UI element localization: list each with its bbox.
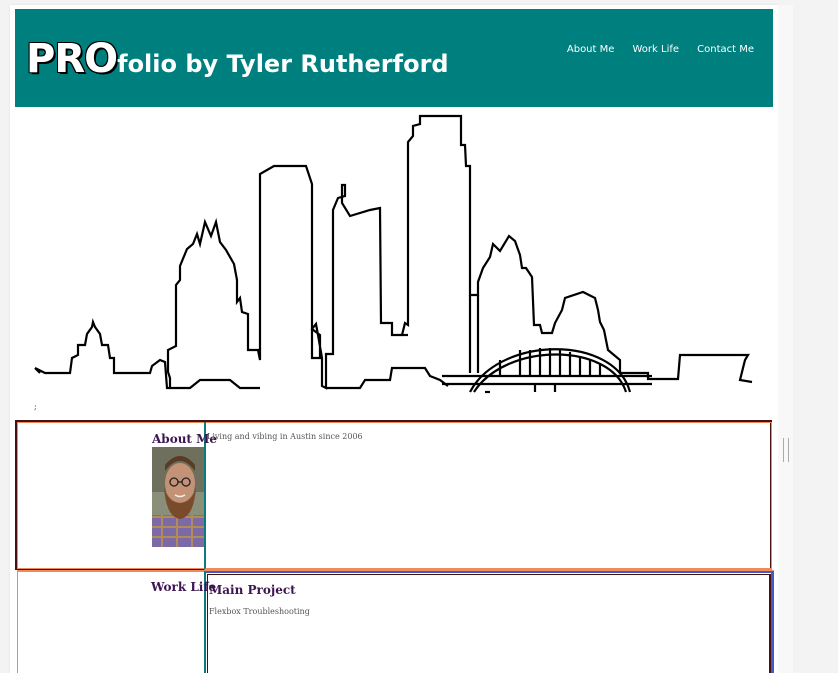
main-nav: About Me Work Life Contact Me [554, 37, 754, 56]
skyline-image [34, 114, 753, 394]
nav-contact-me[interactable]: Contact Me [697, 44, 754, 55]
about-content-box [204, 422, 772, 570]
project-text: Flexbox Troubleshooting [209, 607, 310, 616]
stray-character: ; [34, 402, 37, 411]
resize-grip[interactable] [783, 438, 789, 462]
work-heading: Work Life [151, 580, 217, 594]
site-title[interactable]: PROfolio by Tyler Rutherford [26, 36, 449, 82]
scrollbar[interactable] [778, 5, 793, 673]
project-title: Main Project [209, 583, 296, 597]
brand-bold: PRO [26, 36, 118, 82]
profile-photo [152, 447, 204, 547]
about-text: Living and vibing in Austin since 2006 [207, 432, 363, 441]
site-header: PROfolio by Tyler Rutherford About Me Wo… [15, 9, 773, 107]
nav-about-me[interactable]: About Me [567, 44, 615, 55]
nav-work-life[interactable]: Work Life [633, 44, 680, 55]
brand-rest: folio by Tyler Rutherford [117, 50, 449, 78]
